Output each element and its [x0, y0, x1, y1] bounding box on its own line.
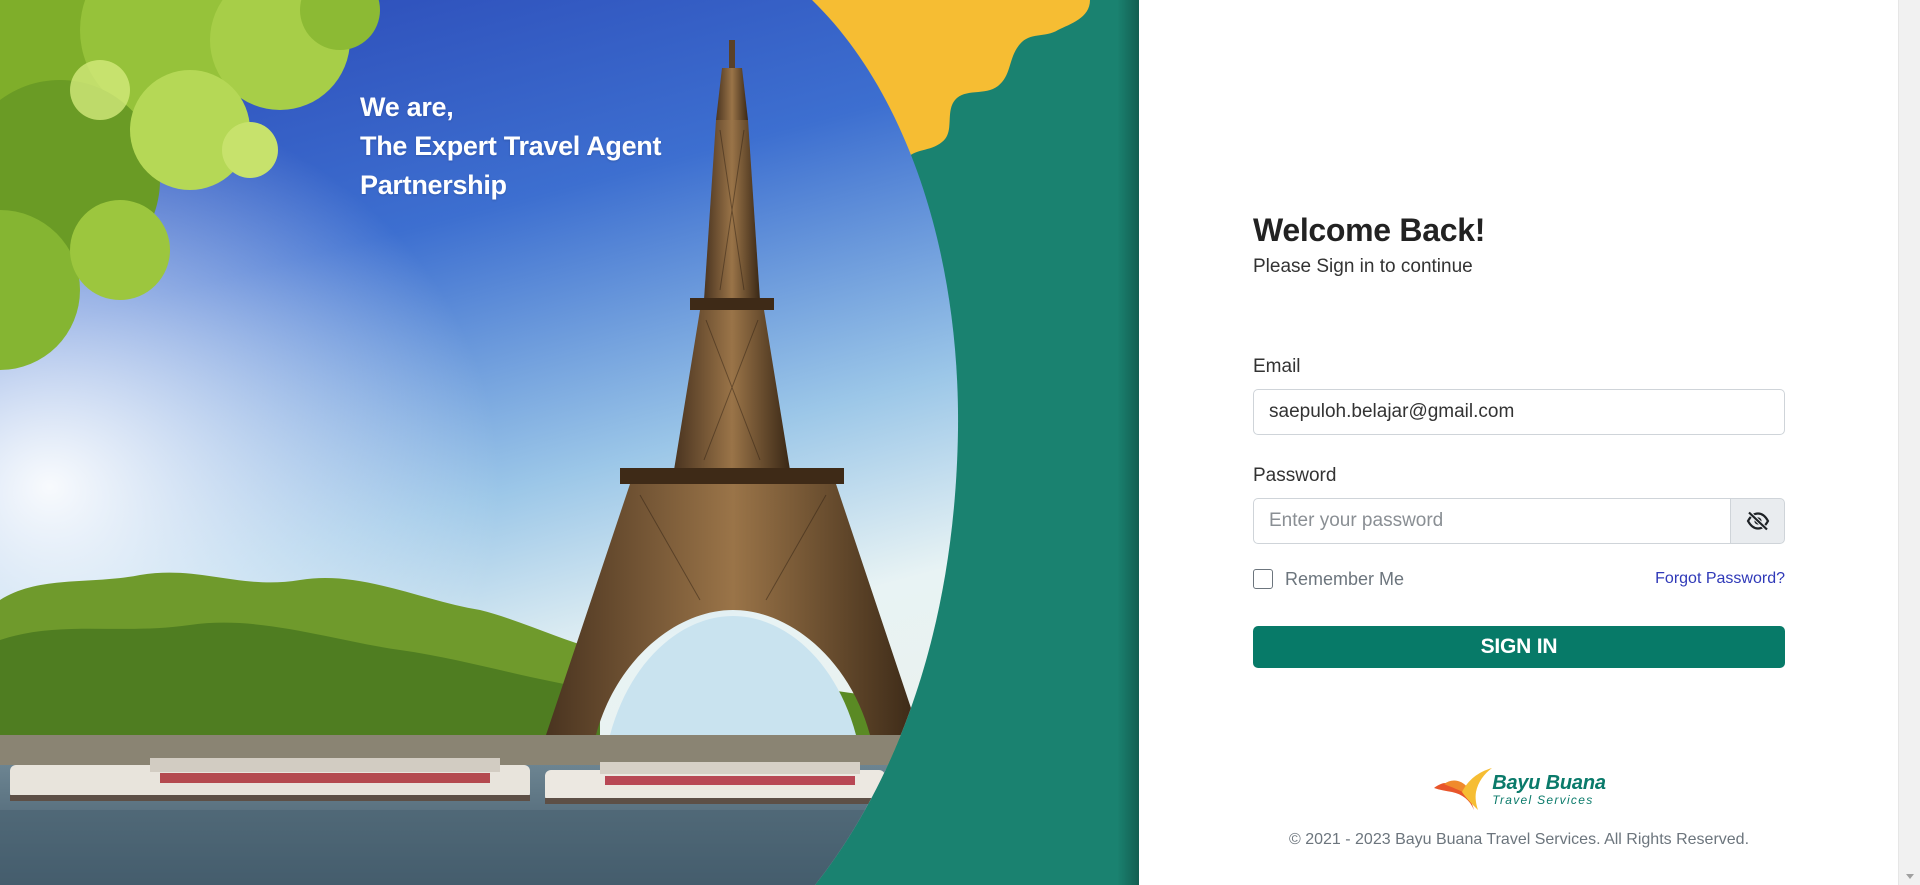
- email-field-wrap: [1253, 389, 1785, 435]
- email-label: Email: [1253, 356, 1301, 377]
- remember-me-checkbox[interactable]: [1253, 569, 1273, 589]
- remember-me-label: Remember Me: [1285, 568, 1405, 589]
- hero-panel: We are, The Expert Travel Agent Partners…: [0, 0, 1139, 885]
- password-field-wrap: [1253, 498, 1785, 544]
- sign-in-button[interactable]: SIGN IN: [1253, 626, 1785, 668]
- hero-edge-shadow: [1117, 0, 1139, 885]
- bird-icon: [1434, 768, 1493, 810]
- remember-me[interactable]: Remember Me: [1253, 569, 1404, 590]
- logo-name: Bayu Buana: [1492, 771, 1606, 794]
- footer: Bayu Buana Travel Services © 2021 - 2023…: [1253, 766, 1785, 849]
- hero-tagline: We are, The Expert Travel Agent Partners…: [360, 88, 662, 205]
- remember-row: Remember Me Forgot Password?: [1253, 566, 1785, 592]
- company-logo: Bayu Buana Travel Services: [1432, 766, 1606, 812]
- tagline-line-2: The Expert Travel Agent: [360, 131, 662, 161]
- tagline-line-3: Partnership: [360, 170, 507, 200]
- password-field[interactable]: [1253, 498, 1731, 544]
- page-scrollbar[interactable]: [1898, 0, 1920, 885]
- copyright-text: © 2021 - 2023 Bayu Buana Travel Services…: [1288, 831, 1750, 848]
- password-label: Password: [1253, 465, 1337, 486]
- email-field[interactable]: [1253, 389, 1785, 435]
- logo-subtitle: Travel Services: [1492, 792, 1594, 807]
- page-title: Welcome Back!: [1253, 212, 1486, 248]
- login-page: We are, The Expert Travel Agent Partners…: [0, 0, 1920, 885]
- scroll-down-arrow-icon[interactable]: [1906, 874, 1914, 879]
- forgot-password-link[interactable]: Forgot Password?: [1655, 570, 1785, 588]
- page-subtitle: Please Sign in to continue: [1253, 256, 1473, 277]
- tagline-line-1: We are,: [360, 92, 454, 122]
- toggle-password-button[interactable]: [1730, 498, 1785, 544]
- login-form: Welcome Back! Please Sign in to continue…: [1253, 208, 1785, 668]
- eye-slash-icon: [1746, 511, 1769, 531]
